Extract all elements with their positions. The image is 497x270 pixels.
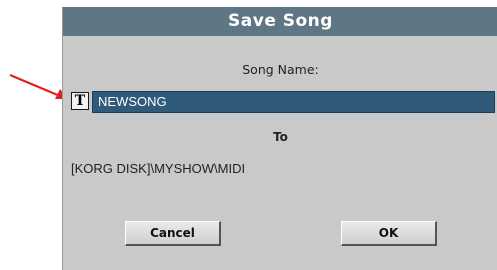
dialog-title: Save Song bbox=[63, 7, 497, 36]
ok-button[interactable]: OK bbox=[341, 221, 437, 246]
text-edit-icon[interactable]: T bbox=[71, 92, 89, 110]
save-song-dialog: Save Song Song Name: T NEWSONG To [KORG … bbox=[62, 7, 497, 270]
song-name-field[interactable]: NEWSONG bbox=[92, 91, 495, 113]
cancel-button[interactable]: Cancel bbox=[125, 221, 221, 246]
destination-path: [KORG DISK]\MYSHOW\MIDI bbox=[71, 161, 246, 176]
song-name-label: Song Name: bbox=[242, 62, 319, 77]
to-label: To bbox=[273, 130, 288, 144]
